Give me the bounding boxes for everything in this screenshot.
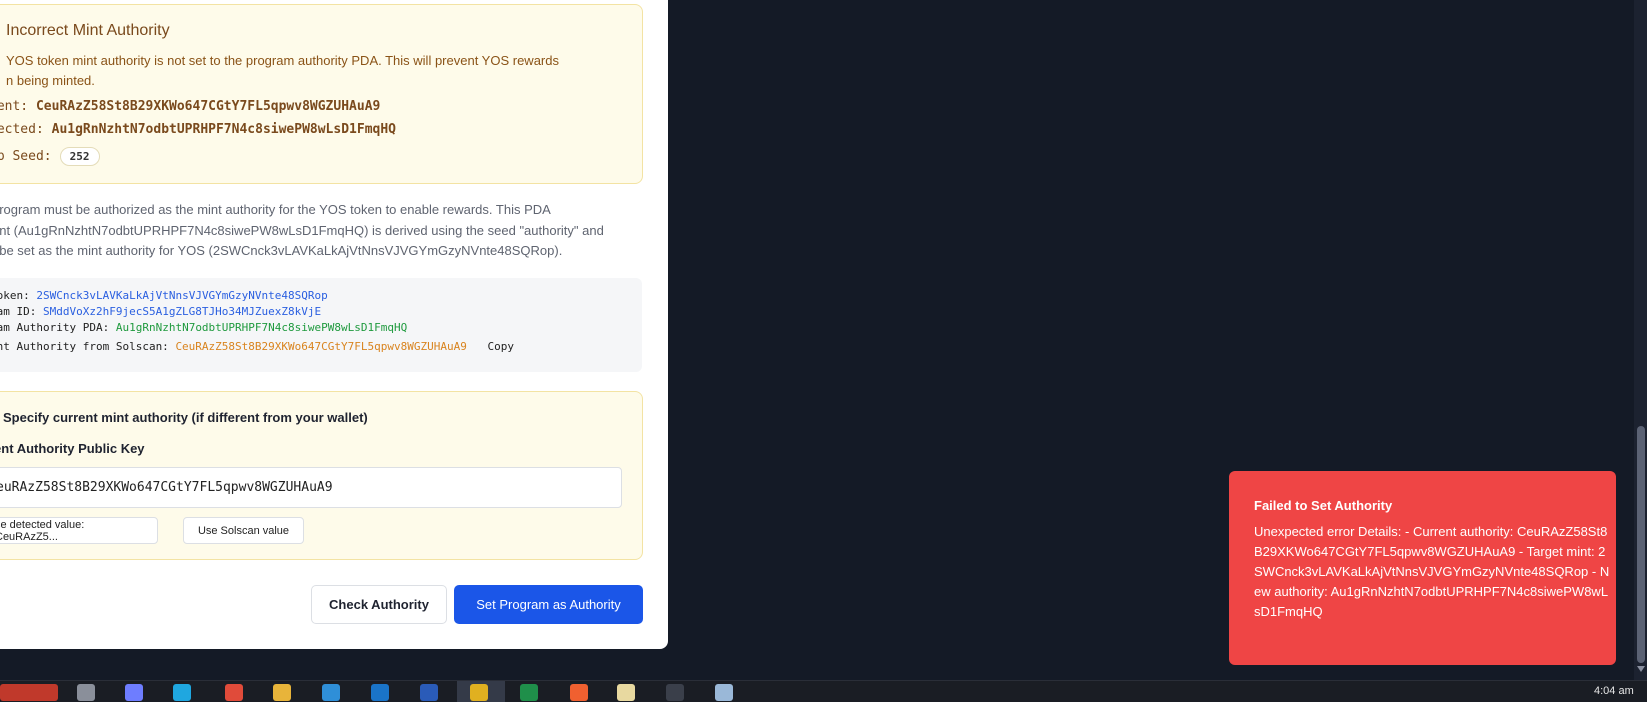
use-solscan-value-button[interactable]: Use Solscan value — [183, 517, 304, 544]
error-toast[interactable]: Failed to Set Authority Unexpected error… — [1229, 471, 1616, 665]
chrome-icon[interactable] — [470, 684, 488, 701]
taskbar: 4:04 am — [0, 680, 1647, 702]
scroll-down-icon[interactable] — [1637, 666, 1645, 672]
expected-authority-label: pected: — [0, 122, 44, 137]
clock: 4:04 am — [1594, 685, 1634, 697]
authority-info-text: program must be authorized as the mint a… — [0, 202, 604, 258]
task-view-icon[interactable] — [77, 684, 95, 701]
expected-authority-value: Au1gRnNzhtN7odbtUPRHPF7N4c8siwePW8wLsD1F… — [51, 122, 396, 137]
edge-icon[interactable] — [173, 684, 191, 701]
authority-public-key-input[interactable] — [0, 467, 622, 508]
program-id-address[interactable]: SMddVoXz2hF9jecS5A1gZLG8TJHo34MJZuexZ8kV… — [43, 305, 321, 318]
token-row: Token: 2SWCnck3vLAVKaLkAjVtNnsVJVGYmGzyN… — [0, 289, 328, 302]
mint-authority-warning: Incorrect Mint Authority YOS token mint … — [0, 4, 643, 184]
file-explorer-icon[interactable] — [273, 684, 291, 701]
current-authority-value: CeuRAzZ58St8B29XKWo647CGtY7FL5qpwv8WGZUH… — [35, 99, 381, 114]
token-address[interactable]: 2SWCnck3vLAVKaLkAjVtNnsVJVGYmGzyNVnte48S… — [36, 289, 327, 302]
pda-label: ram Authority PDA: — [0, 321, 110, 334]
start-icon[interactable] — [0, 684, 58, 701]
use-detected-value-button[interactable]: se detected value: CeuRAzZ5... — [0, 517, 158, 544]
power-icon[interactable] — [225, 684, 243, 701]
check-authority-button[interactable]: Check Authority — [311, 585, 447, 624]
bump-seed-label: ip Seed: — [0, 149, 52, 164]
toast-title: Failed to Set Authority — [1254, 498, 1393, 513]
solscan-row: ent Authority from Solscan: CeuRAzZ58St8… — [0, 340, 514, 353]
pda-address: Au1gRnNzhtN7odbtUPRHPF7N4c8siwePW8wLsD1F… — [115, 321, 408, 334]
copilot-icon[interactable] — [125, 684, 143, 701]
program-id-label: ram ID: — [0, 305, 37, 318]
specify-authority-section: Specify current mint authority (if diffe… — [0, 391, 643, 560]
warning-title: Incorrect Mint Authority — [6, 22, 170, 39]
expected-authority-row: pected: Au1gRnNzhtN7odbtUPRHPF7N4c8siweP… — [0, 122, 396, 137]
outlook-icon[interactable] — [371, 684, 389, 701]
pda-row: ram Authority PDA: Au1gRnNzhtN7odbtUPRHP… — [0, 321, 407, 334]
solscan-authority-address: CeuRAzZ58St8B29XKWo647CGtY7FL5qpwv8WGZUH… — [175, 340, 467, 353]
page-scrollbar[interactable] — [1634, 0, 1647, 680]
excel-icon[interactable] — [520, 684, 538, 701]
authority-details: Token: 2SWCnck3vLAVKaLkAjVtNnsVJVGYmGzyN… — [0, 278, 642, 372]
set-program-authority-button[interactable]: Set Program as Authority — [454, 585, 643, 624]
current-authority-row: rent: CeuRAzZ58St8B29XKWo647CGtY7FL5qpwv… — [0, 99, 380, 114]
program-id-row: ram ID: SMddVoXz2hF9jecS5A1gZLG8TJHo34MJ… — [0, 305, 321, 318]
pen-icon[interactable] — [715, 684, 733, 701]
warning-description-text: YOS token mint authority is not set to t… — [6, 53, 559, 88]
toast-body: Unexpected error Details: - Current auth… — [1254, 524, 1610, 619]
specify-title: Specify current mint authority (if diffe… — [3, 410, 368, 425]
brave-icon[interactable] — [570, 684, 588, 701]
scrollbar-thumb[interactable] — [1637, 426, 1645, 663]
solscan-label: ent Authority from Solscan: — [0, 340, 169, 353]
current-authority-label: rent: — [0, 99, 29, 114]
word-icon[interactable] — [420, 684, 438, 701]
terminal-icon[interactable] — [666, 684, 684, 701]
authority-field-label: rent Authority Public Key — [0, 441, 145, 456]
notepad-icon[interactable] — [617, 684, 635, 701]
warning-description: YOS token mint authority is not set to t… — [6, 51, 621, 91]
store-icon[interactable] — [322, 684, 340, 701]
bump-seed-row: ip Seed: 252 — [0, 147, 100, 166]
bump-seed-badge: 252 — [59, 147, 100, 166]
copy-button[interactable]: Copy — [487, 340, 514, 353]
token-label: Token: — [0, 289, 30, 302]
main-panel: Incorrect Mint Authority YOS token mint … — [0, 0, 668, 649]
